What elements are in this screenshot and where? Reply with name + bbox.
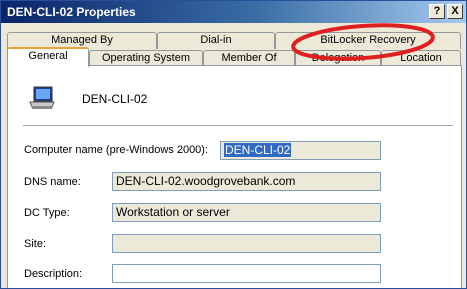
site-label: Site: xyxy=(24,238,47,250)
tab-dial-in[interactable]: Dial-in xyxy=(157,32,275,49)
properties-dialog: DEN-CLI-02 Properties ? X Managed By Dia… xyxy=(0,0,467,289)
computer-icon xyxy=(29,86,55,109)
dns-name-label: DNS name: xyxy=(24,176,81,188)
window-title: DEN-CLI-02 Properties xyxy=(7,5,136,19)
title-bar[interactable]: DEN-CLI-02 Properties ? X xyxy=(1,1,466,23)
close-button[interactable]: X xyxy=(447,4,463,19)
computer-name-value: DEN-CLI-02 xyxy=(224,143,292,157)
computer-name-field[interactable]: DEN-CLI-02 xyxy=(220,141,381,160)
object-name: DEN-CLI-02 xyxy=(82,92,148,106)
description-field[interactable] xyxy=(112,264,381,283)
description-label: Description: xyxy=(24,268,83,280)
site-field[interactable] xyxy=(112,234,381,253)
dns-name-field[interactable]: DEN-CLI-02.woodgrovebank.com xyxy=(112,172,381,191)
computer-name-label: Computer name (pre-Windows 2000): xyxy=(24,144,209,156)
divider xyxy=(23,125,453,127)
tab-general[interactable]: General xyxy=(7,47,89,67)
dc-type-label: DC Type: xyxy=(24,207,70,219)
help-button[interactable]: ? xyxy=(429,4,445,19)
tab-bitlocker-recovery[interactable]: BitLocker Recovery xyxy=(275,32,461,49)
dc-type-field[interactable]: Workstation or server xyxy=(112,203,381,222)
